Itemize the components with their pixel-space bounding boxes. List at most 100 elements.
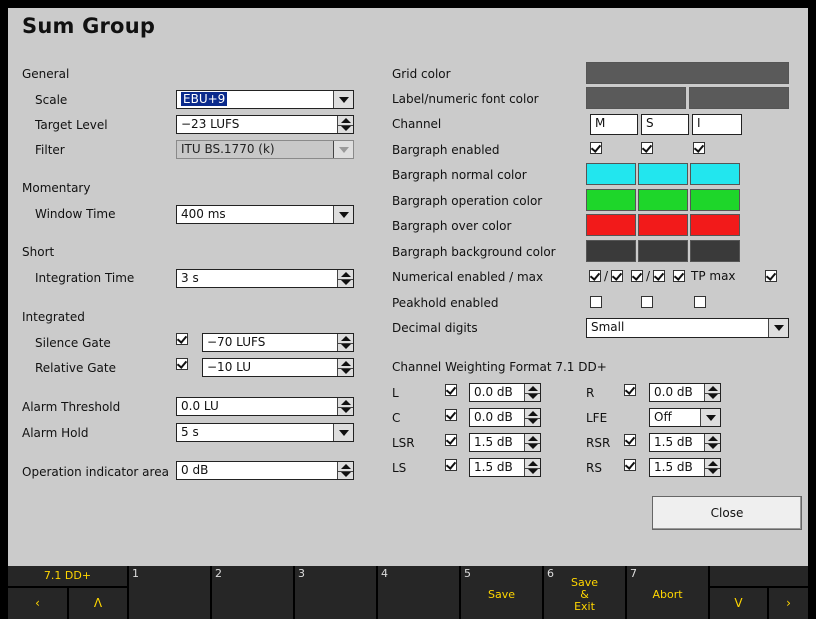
bargraph-background-label: Bargraph background color: [392, 245, 556, 259]
bargraph-enabled-s-checkbox[interactable]: [641, 142, 653, 154]
decimal-digits-label: Decimal digits: [392, 321, 478, 335]
weighting-enable-checkbox[interactable]: [624, 384, 636, 396]
spin-arrows-icon[interactable]: [524, 434, 540, 451]
weighting-gain-stepper[interactable]: 0.0 dB: [649, 383, 721, 402]
softkey-2[interactable]: 2: [212, 566, 293, 619]
bargraph-over-swatch-m[interactable]: [586, 214, 636, 236]
weighting-enable-checkbox[interactable]: [445, 409, 457, 421]
decimal-digits-select[interactable]: Small: [586, 318, 789, 338]
softkey-number: 3: [298, 567, 305, 580]
numerical-enabled-s-checkbox[interactable]: [631, 270, 643, 282]
spin-arrows-icon[interactable]: [524, 409, 540, 426]
spin-arrows-icon[interactable]: [337, 462, 353, 479]
weighting-enable-checkbox[interactable]: [624, 459, 636, 471]
weighting-gain-stepper[interactable]: 1.5 dB: [469, 433, 541, 452]
weighting-enable-checkbox[interactable]: [445, 384, 457, 396]
peakhold-m-checkbox[interactable]: [590, 296, 602, 308]
softkey-down-button[interactable]: V: [710, 588, 767, 619]
chevron-down-icon[interactable]: [333, 91, 353, 108]
channel-input-i[interactable]: I: [692, 114, 742, 135]
relative-gate-stepper[interactable]: −10 LU: [202, 358, 354, 377]
relative-gate-checkbox[interactable]: [176, 358, 188, 370]
silence-gate-stepper[interactable]: −70 LUFS: [202, 333, 354, 352]
grid-color-swatch[interactable]: [586, 62, 789, 84]
lfe-select[interactable]: Off: [649, 408, 721, 427]
spin-arrows-icon[interactable]: [337, 334, 353, 351]
window-time-label: Window Time: [35, 207, 116, 221]
weighting-gain-stepper[interactable]: 1.5 dB: [469, 458, 541, 477]
window-time-select[interactable]: 400 ms: [176, 205, 354, 224]
bargraph-over-swatch-i[interactable]: [690, 214, 740, 236]
weighting-enable-checkbox[interactable]: [445, 459, 457, 471]
spin-arrows-icon[interactable]: [337, 116, 353, 133]
bargraph-over-swatch-s[interactable]: [638, 214, 688, 236]
bargraph-enabled-i-checkbox[interactable]: [693, 142, 705, 154]
filter-label: Filter: [35, 143, 65, 157]
font-color-swatch-2[interactable]: [689, 87, 789, 109]
scale-select[interactable]: EBU+9: [176, 90, 354, 109]
softkey-3[interactable]: 3: [295, 566, 376, 619]
bargraph-operation-swatch-m[interactable]: [586, 189, 636, 211]
softkey-right-button[interactable]: ›: [769, 588, 808, 619]
softkey-bar: 7.1 DD+ ‹ Λ 1 2 3 4 5 Save 6 Save & Exit…: [8, 566, 808, 619]
chevron-down-icon[interactable]: [333, 206, 353, 223]
integration-time-stepper[interactable]: 3 s: [176, 269, 354, 288]
bargraph-background-swatch-i[interactable]: [690, 240, 740, 262]
spin-arrows-icon[interactable]: [704, 459, 720, 476]
spin-arrows-icon[interactable]: [337, 359, 353, 376]
bargraph-background-swatch-s[interactable]: [638, 240, 688, 262]
weighting-enable-checkbox[interactable]: [624, 434, 636, 446]
bargraph-enabled-m-checkbox[interactable]: [590, 142, 602, 154]
spin-arrows-icon[interactable]: [337, 398, 353, 415]
peakhold-i-checkbox[interactable]: [694, 296, 706, 308]
scale-value: EBU+9: [181, 92, 228, 106]
numerical-enabled-i-checkbox[interactable]: [673, 270, 685, 282]
bargraph-normal-swatch-s[interactable]: [638, 163, 688, 185]
weighting-gain-stepper[interactable]: 0.0 dB: [469, 408, 541, 427]
bargraph-normal-swatch-m[interactable]: [586, 163, 636, 185]
alarm-threshold-stepper[interactable]: 0.0 LU: [176, 397, 354, 416]
spin-arrows-icon[interactable]: [704, 384, 720, 401]
alarm-hold-label: Alarm Hold: [22, 426, 89, 440]
weighting-gain-stepper[interactable]: 1.5 dB: [649, 433, 721, 452]
softkey-1[interactable]: 1: [129, 566, 210, 619]
abort-softkey[interactable]: 7 Abort: [627, 566, 708, 619]
chevron-left-icon: ‹: [35, 596, 40, 610]
chevron-down-icon[interactable]: [700, 409, 720, 426]
softkey-4[interactable]: 4: [378, 566, 459, 619]
spin-arrows-icon[interactable]: [524, 384, 540, 401]
general-heading: General: [22, 67, 70, 81]
numerical-max-m-checkbox[interactable]: [611, 270, 623, 282]
spin-arrows-icon[interactable]: [524, 459, 540, 476]
target-level-stepper[interactable]: −23 LUFS: [176, 115, 354, 134]
preset-indicator: 7.1 DD+: [8, 566, 127, 586]
chevron-down-icon[interactable]: [768, 319, 788, 337]
bargraph-operation-swatch-i[interactable]: [690, 189, 740, 211]
weighting-gain-stepper[interactable]: 0.0 dB: [469, 383, 541, 402]
numerical-max-s-checkbox[interactable]: [653, 270, 665, 282]
peakhold-s-checkbox[interactable]: [641, 296, 653, 308]
channel-input-m[interactable]: M: [590, 114, 638, 135]
channel-input-s[interactable]: S: [641, 114, 689, 135]
softkey-left-button[interactable]: ‹: [8, 588, 67, 619]
operation-indicator-stepper[interactable]: 0 dB: [176, 461, 354, 480]
close-button[interactable]: Close: [652, 496, 802, 530]
save-exit-softkey[interactable]: 6 Save & Exit: [544, 566, 625, 619]
chevron-down-icon[interactable]: [333, 424, 353, 441]
bargraph-operation-swatch-s[interactable]: [638, 189, 688, 211]
numerical-enabled-m-checkbox[interactable]: [589, 270, 601, 282]
bargraph-background-swatch-m[interactable]: [586, 240, 636, 262]
spin-arrows-icon[interactable]: [337, 270, 353, 287]
alarm-hold-select[interactable]: 5 s: [176, 423, 354, 442]
weighting-enable-checkbox[interactable]: [445, 434, 457, 446]
tp-max-checkbox[interactable]: [765, 270, 777, 282]
bargraph-normal-swatch-i[interactable]: [690, 163, 740, 185]
alarm-hold-value: 5 s: [181, 425, 199, 439]
silence-gate-checkbox[interactable]: [176, 333, 188, 345]
weighting-gain-stepper[interactable]: 1.5 dB: [649, 458, 721, 477]
peakhold-enabled-label: Peakhold enabled: [392, 296, 499, 310]
save-softkey[interactable]: 5 Save: [461, 566, 542, 619]
softkey-up-button[interactable]: Λ: [69, 588, 127, 619]
font-color-swatch-1[interactable]: [586, 87, 686, 109]
spin-arrows-icon[interactable]: [704, 434, 720, 451]
